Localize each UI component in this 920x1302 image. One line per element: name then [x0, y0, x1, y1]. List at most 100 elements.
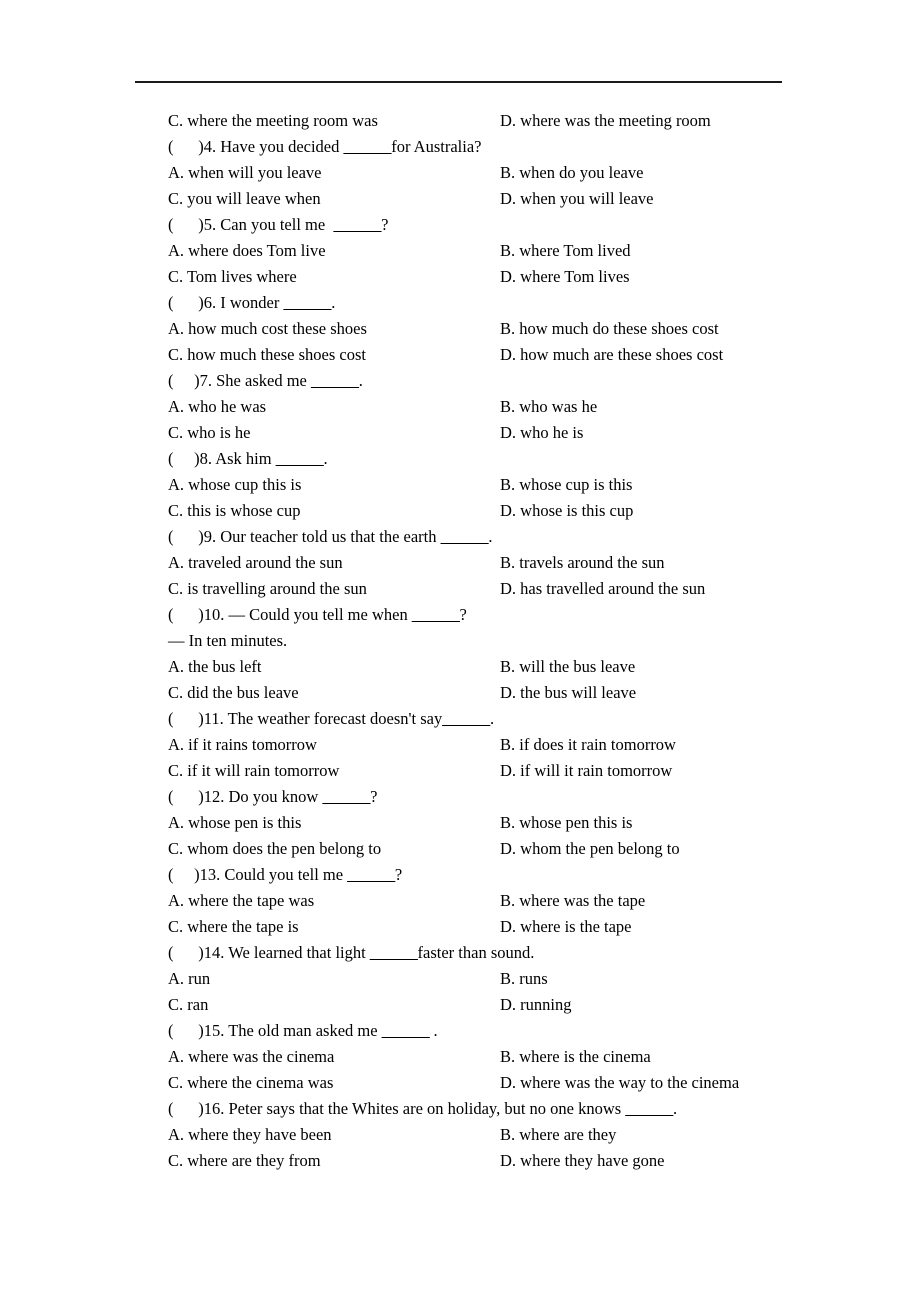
answer-bracket[interactable]: ( ) — [168, 709, 204, 728]
option-c[interactable]: C. whom does the pen belong to — [168, 836, 381, 862]
option-row: A. run B. runs — [168, 966, 868, 992]
option-c[interactable]: C. this is whose cup — [168, 498, 300, 524]
option-d[interactable]: D. where they have gone — [500, 1148, 664, 1174]
option-b[interactable]: B. whose pen this is — [500, 810, 632, 836]
option-d[interactable]: D. whom the pen belong to — [500, 836, 680, 862]
option-c[interactable]: C. where the tape is — [168, 914, 299, 940]
option-b[interactable]: B. when do you leave — [500, 160, 643, 186]
answer-blank[interactable]: ______ — [311, 371, 359, 390]
option-d[interactable]: D. has travelled around the sun — [500, 576, 705, 602]
option-d[interactable]: D. where Tom lives — [500, 264, 630, 290]
option-row: C. you will leave when D. when you will l… — [168, 186, 868, 212]
answer-blank[interactable]: ______ — [441, 527, 489, 546]
answer-bracket[interactable]: ( ) — [168, 943, 204, 962]
answer-bracket[interactable]: ( ) — [168, 787, 204, 806]
option-d[interactable]: D. when you will leave — [500, 186, 654, 212]
answer-blank[interactable]: ______ — [382, 1021, 430, 1040]
option-d[interactable]: D. the bus will leave — [500, 680, 636, 706]
answer-bracket[interactable]: ( ) — [168, 1099, 204, 1118]
option-c[interactable]: C. where are they from — [168, 1148, 321, 1174]
option-row: C. where the tape is D. where is the tape — [168, 914, 868, 940]
option-a[interactable]: A. where they have been — [168, 1122, 332, 1148]
answer-blank[interactable]: ______ — [322, 787, 370, 806]
option-row: C. whom does the pen belong to D. whom th… — [168, 836, 868, 862]
answer-bracket[interactable]: ( ) — [168, 293, 204, 312]
answer-blank[interactable]: ______ — [347, 865, 395, 884]
option-d[interactable]: D. how much are these shoes cost — [500, 342, 723, 368]
option-a[interactable]: A. where does Tom live — [168, 238, 326, 264]
answer-blank[interactable]: ______ — [283, 293, 331, 312]
option-b[interactable]: B. runs — [500, 966, 548, 992]
option-c[interactable]: C. Tom lives where — [168, 264, 297, 290]
answer-bracket[interactable]: ( ) — [168, 215, 204, 234]
option-c[interactable]: C. where the cinema was — [168, 1070, 333, 1096]
answer-blank[interactable]: ______ — [442, 709, 490, 728]
question-text: We learned that light — [224, 943, 370, 962]
answer-bracket[interactable]: ( ) — [168, 865, 200, 884]
option-b[interactable]: B. where is the cinema — [500, 1044, 651, 1070]
option-a[interactable]: A. run — [168, 966, 210, 992]
answer-bracket[interactable]: ( ) — [168, 605, 204, 624]
option-c[interactable]: C. you will leave when — [168, 186, 321, 212]
answer-blank[interactable]: ______ — [333, 215, 381, 234]
question-stem: ( )15. The old man asked me ______ . — [168, 1018, 868, 1044]
answer-bracket[interactable]: ( ) — [168, 449, 200, 468]
question-text-tail: . — [489, 709, 495, 728]
option-d[interactable]: D. whose is this cup — [500, 498, 633, 524]
question-stem: ( )14. We learned that light ______faste… — [168, 940, 868, 966]
question-number: 9. — [203, 527, 217, 546]
option-b[interactable]: B. will the bus leave — [500, 654, 635, 680]
option-a[interactable]: A. where the tape was — [168, 888, 314, 914]
option-a[interactable]: A. the bus left — [168, 654, 261, 680]
option-a[interactable]: A. where was the cinema — [168, 1044, 334, 1070]
option-row: C. did the bus leave D. the bus will leav… — [168, 680, 868, 706]
option-b[interactable]: B. if does it rain tomorrow — [500, 732, 676, 758]
answer-bracket[interactable]: ( ) — [168, 137, 204, 156]
option-row: C. is travelling around the sun D. has tr… — [168, 576, 868, 602]
option-d[interactable]: D. if will it rain tomorrow — [500, 758, 672, 784]
option-b[interactable]: B. who was he — [500, 394, 597, 420]
option-c[interactable]: C. how much these shoes cost — [168, 342, 366, 368]
option-row: C. how much these shoes cost D. how much … — [168, 342, 868, 368]
question-text-tail: . — [323, 449, 328, 468]
answer-bracket[interactable]: ( ) — [168, 527, 204, 546]
option-c[interactable]: C. did the bus leave — [168, 680, 299, 706]
question-stem: ( )12. Do you know ______? — [168, 784, 868, 810]
option-b[interactable]: B. travels around the sun — [500, 550, 665, 576]
option-b[interactable]: B. whose cup is this — [500, 472, 632, 498]
option-d[interactable]: D. where was the way to the cinema — [500, 1070, 739, 1096]
option-b[interactable]: B. where was the tape — [500, 888, 645, 914]
answer-bracket[interactable]: ( ) — [168, 371, 200, 390]
option-a[interactable]: A. whose pen is this — [168, 810, 301, 836]
answer-blank[interactable]: ______ — [344, 137, 392, 156]
option-c[interactable]: C. is travelling around the sun — [168, 576, 367, 602]
option-b[interactable]: B. where Tom lived — [500, 238, 631, 264]
option-d[interactable]: D. who he is — [500, 420, 583, 446]
option-b[interactable]: B. where are they — [500, 1122, 616, 1148]
questions-container: C. where the meeting room was D. where w… — [168, 108, 868, 1174]
option-a[interactable]: A. whose cup this is — [168, 472, 301, 498]
option-a[interactable]: A. if it rains tomorrow — [168, 732, 317, 758]
option-d[interactable]: D. where is the tape — [500, 914, 632, 940]
option-a[interactable]: A. how much cost these shoes — [168, 316, 367, 342]
answer-blank[interactable]: ______ — [412, 605, 460, 624]
question-number: 8. — [199, 449, 212, 468]
answer-bracket[interactable]: ( ) — [168, 1021, 204, 1040]
option-a[interactable]: A. who he was — [168, 394, 266, 420]
answer-blank[interactable]: ______ — [370, 943, 418, 962]
option-d[interactable]: D. running — [500, 992, 572, 1018]
option-c[interactable]: C. ran — [168, 992, 208, 1018]
option-row: A. the bus left B. will the bus leave — [168, 654, 868, 680]
worksheet-page: C. where the meeting room was D. where w… — [0, 0, 920, 1302]
option-c[interactable]: C. who is he — [168, 420, 251, 446]
option-c[interactable]: C. if it will rain tomorrow — [168, 758, 339, 784]
option-a[interactable]: A. when will you leave — [168, 160, 322, 186]
answer-blank[interactable]: ______ — [625, 1099, 673, 1118]
answer-blank[interactable]: ______ — [276, 449, 324, 468]
question-text: The old man asked me — [224, 1021, 382, 1040]
question-text: Have you decided — [216, 137, 344, 156]
question-text-tail: . — [488, 527, 493, 546]
question-stem: ( )10. — Could you tell me when ______? — [168, 602, 868, 628]
option-b[interactable]: B. how much do these shoes cost — [500, 316, 719, 342]
option-a[interactable]: A. traveled around the sun — [168, 550, 343, 576]
